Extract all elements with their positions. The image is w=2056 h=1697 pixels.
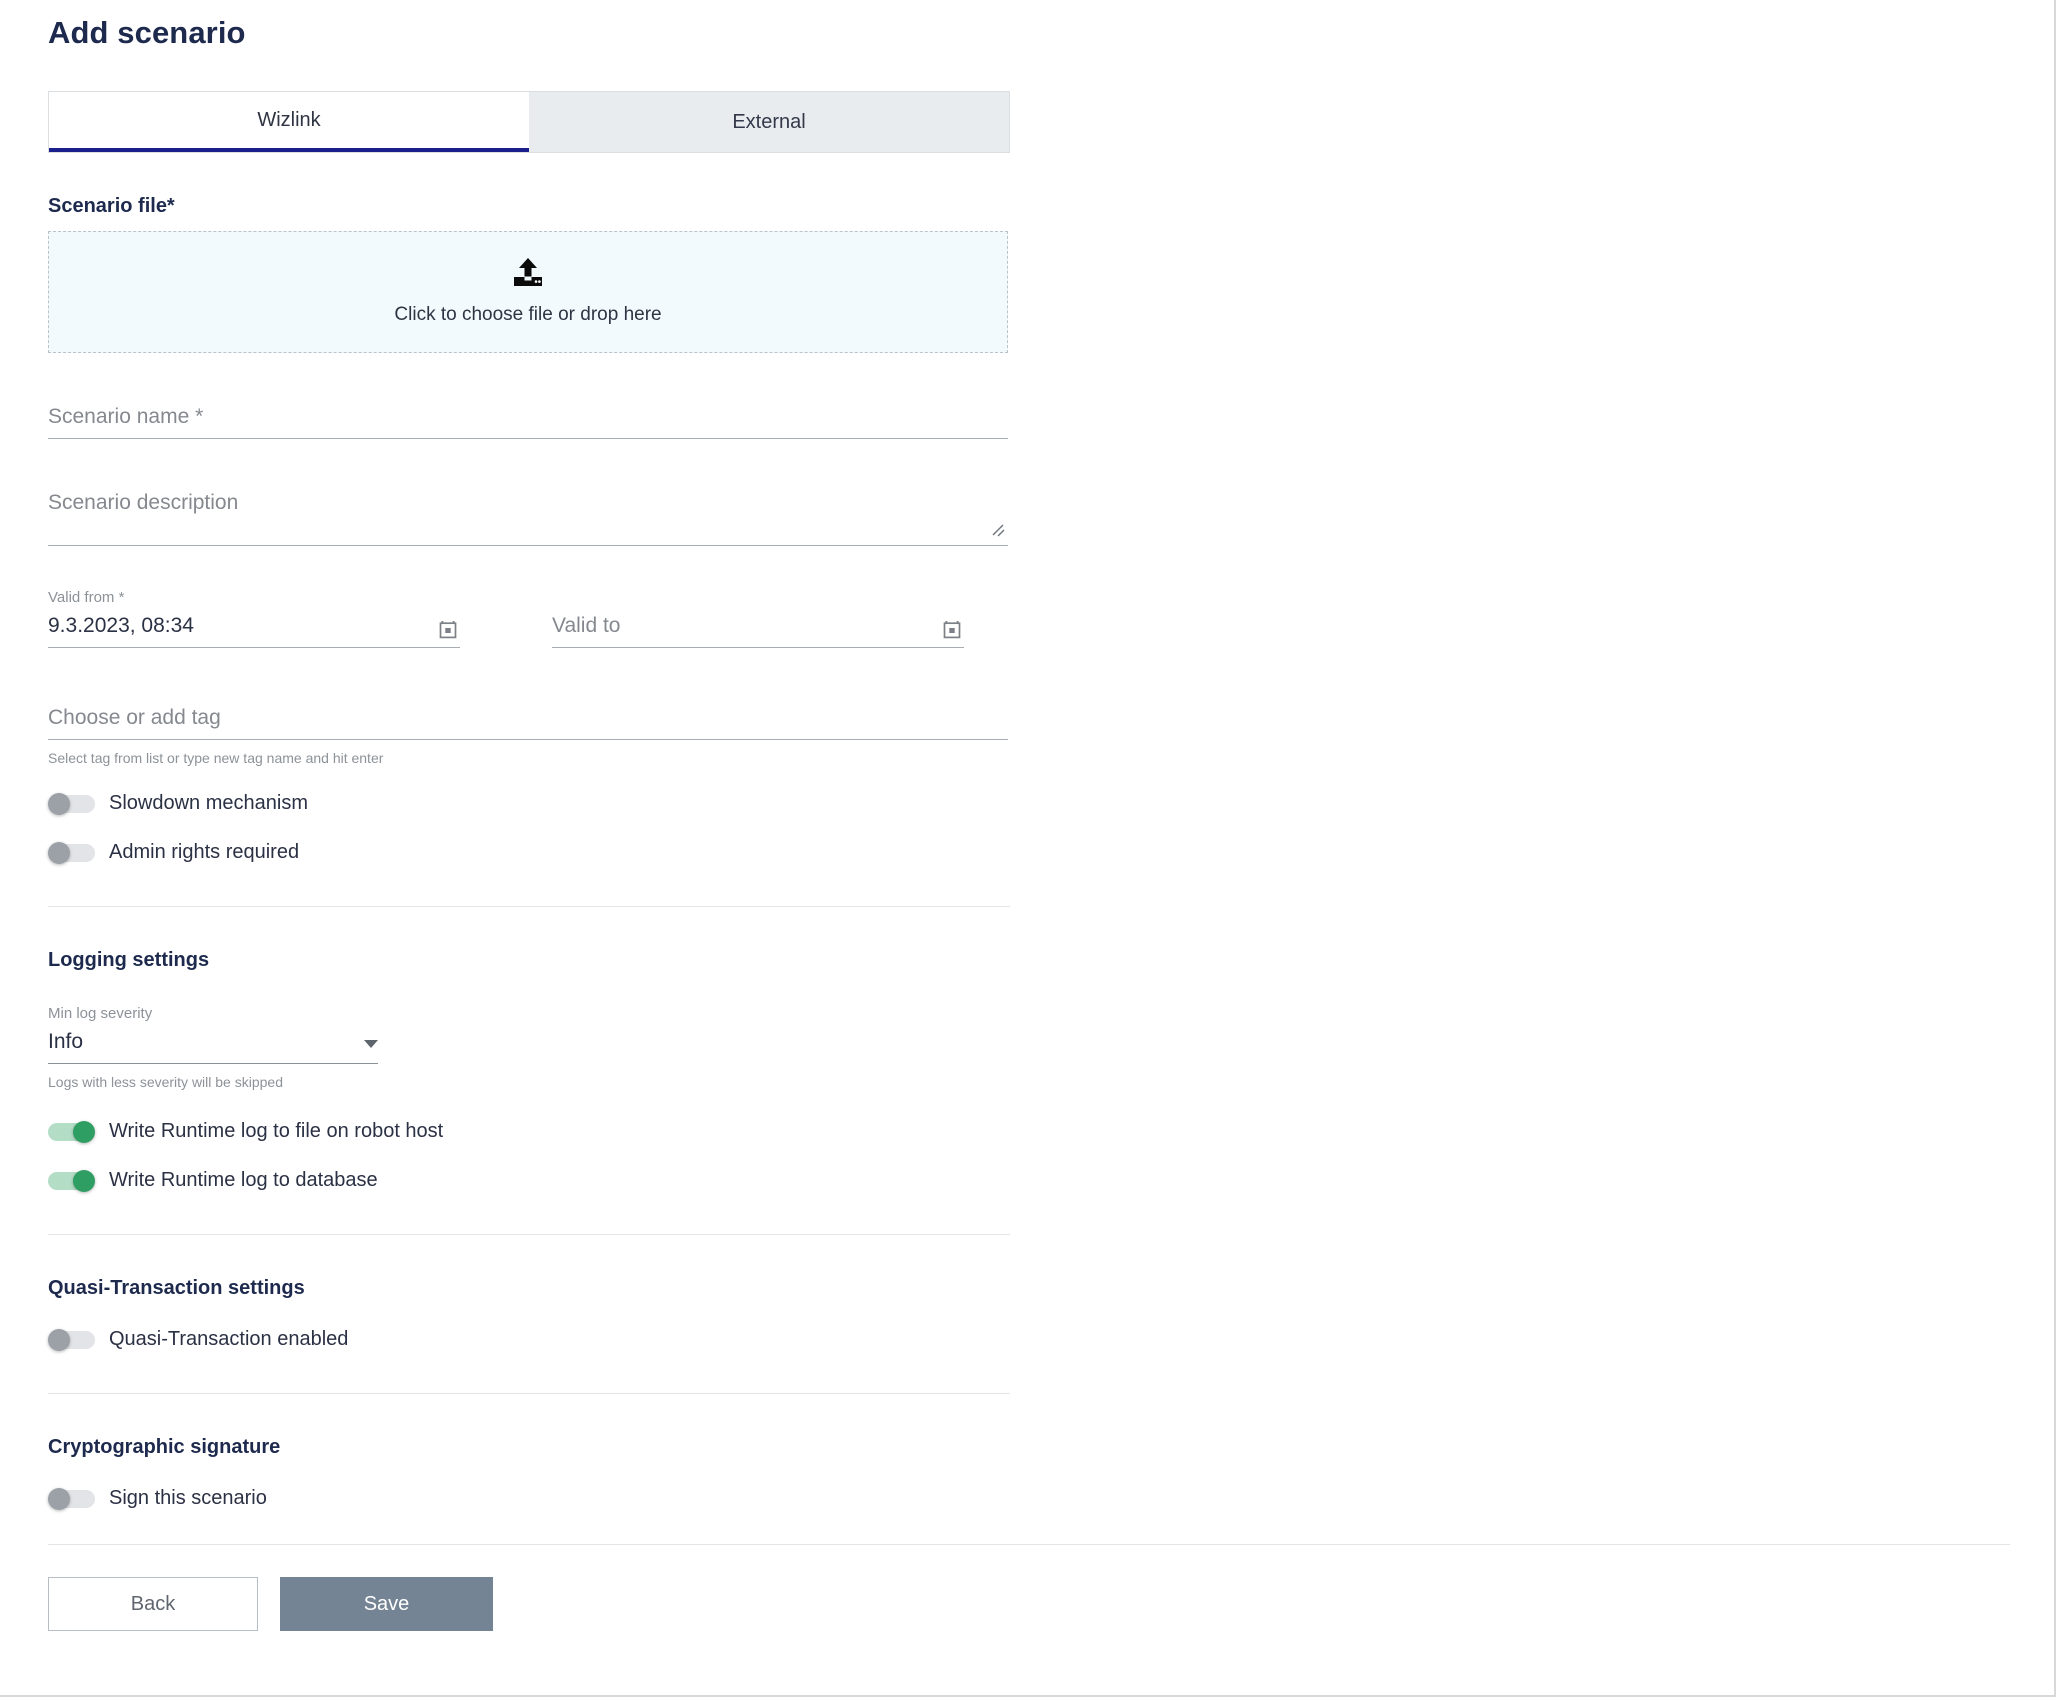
divider-logging bbox=[48, 906, 1010, 908]
toggle-admin-rights-required[interactable]: Admin rights required bbox=[48, 841, 299, 864]
tab-wizlink-label: Wizlink bbox=[257, 108, 321, 131]
toggle-quasi-transaction-enabled[interactable]: Quasi-Transaction enabled bbox=[48, 1328, 348, 1351]
min-log-severity-field-wrap: Min log severity Info Logs with less sev… bbox=[48, 1006, 378, 1090]
toggle-thumb bbox=[48, 792, 70, 815]
file-dropzone[interactable]: Click to choose file or drop here bbox=[48, 231, 1008, 354]
validity-date-row: Valid from * bbox=[48, 589, 2054, 649]
tab-wizlink[interactable]: Wizlink bbox=[49, 92, 529, 153]
footer-divider bbox=[48, 1544, 2010, 1546]
toggle-switch[interactable] bbox=[48, 1120, 95, 1143]
footer-actions: Back Save bbox=[48, 1577, 2054, 1632]
toggle-label: Sign this scenario bbox=[109, 1487, 267, 1510]
toggle-label: Write Runtime log to file on robot host bbox=[109, 1120, 444, 1143]
toggle-label: Write Runtime log to database bbox=[109, 1169, 378, 1192]
tab-external-label: External bbox=[732, 110, 806, 133]
toggle-thumb bbox=[73, 1169, 95, 1192]
toggle-sign-this-scenario[interactable]: Sign this scenario bbox=[48, 1487, 267, 1510]
toggle-thumb bbox=[48, 841, 70, 864]
scenario-description-input[interactable] bbox=[48, 491, 1008, 547]
toggle-write-runtime-log-to-database[interactable]: Write Runtime log to database bbox=[48, 1169, 378, 1192]
back-button[interactable]: Back bbox=[48, 1577, 258, 1632]
dropzone-text: Click to choose file or drop here bbox=[394, 304, 662, 326]
source-type-tabs: Wizlink External bbox=[48, 91, 1010, 154]
tab-external[interactable]: External bbox=[529, 92, 1009, 153]
toggle-switch[interactable] bbox=[48, 1328, 95, 1351]
toggle-label: Slowdown mechanism bbox=[109, 792, 308, 815]
logging-settings-label: Logging settings bbox=[48, 949, 210, 972]
toggle-write-runtime-log-to-file[interactable]: Write Runtime log to file on robot host bbox=[48, 1120, 443, 1143]
toggle-switch[interactable] bbox=[48, 792, 95, 815]
valid-from-calendar-icon[interactable] bbox=[434, 620, 460, 647]
quasi-transaction-settings-label: Quasi-Transaction settings bbox=[48, 1277, 305, 1300]
tag-input[interactable] bbox=[48, 706, 1008, 741]
min-log-severity-hint: Logs with less severity will be skipped bbox=[48, 1074, 283, 1091]
chevron-down-icon bbox=[364, 1040, 378, 1049]
cryptographic-signature-label: Cryptographic signature bbox=[48, 1436, 281, 1459]
valid-from-input[interactable] bbox=[48, 614, 434, 648]
scenario-name-input[interactable] bbox=[48, 405, 1008, 440]
divider-quasi-transaction bbox=[48, 1234, 1010, 1236]
scenario-name-field-wrap bbox=[48, 405, 1008, 440]
toggle-thumb bbox=[48, 1328, 70, 1351]
upload-icon bbox=[511, 258, 545, 288]
toggle-label: Quasi-Transaction enabled bbox=[109, 1328, 349, 1351]
valid-to-input[interactable] bbox=[552, 614, 938, 648]
toggle-slowdown-mechanism[interactable]: Slowdown mechanism bbox=[48, 792, 308, 815]
toggle-switch[interactable] bbox=[48, 841, 95, 864]
save-button[interactable]: Save bbox=[280, 1577, 493, 1632]
page-title: Add scenario bbox=[48, 15, 246, 50]
min-log-severity-select[interactable]: Info bbox=[48, 1030, 378, 1065]
divider-cryptographic-signature bbox=[48, 1393, 1010, 1395]
tag-hint: Select tag from list or type new tag nam… bbox=[48, 750, 384, 767]
toggle-switch[interactable] bbox=[48, 1169, 95, 1192]
toggle-switch[interactable] bbox=[48, 1487, 95, 1510]
toggle-thumb bbox=[48, 1487, 70, 1510]
add-scenario-page: Add scenario Wizlink External Scenario f… bbox=[0, 0, 2056, 1697]
scenario-file-label: Scenario file* bbox=[48, 195, 175, 218]
min-log-severity-label: Min log severity bbox=[48, 1005, 153, 1023]
valid-from-field-wrap: Valid from * bbox=[48, 589, 460, 649]
min-log-severity-value: Info bbox=[48, 1030, 84, 1054]
toggle-label: Admin rights required bbox=[109, 841, 300, 864]
valid-to-field-wrap bbox=[552, 590, 964, 649]
tag-field-wrap: Select tag from list or type new tag nam… bbox=[48, 706, 1008, 766]
scenario-description-field-wrap bbox=[48, 491, 1008, 547]
valid-from-label: Valid from * bbox=[48, 589, 125, 607]
valid-to-calendar-icon[interactable] bbox=[938, 620, 964, 647]
toggle-thumb bbox=[73, 1120, 95, 1143]
